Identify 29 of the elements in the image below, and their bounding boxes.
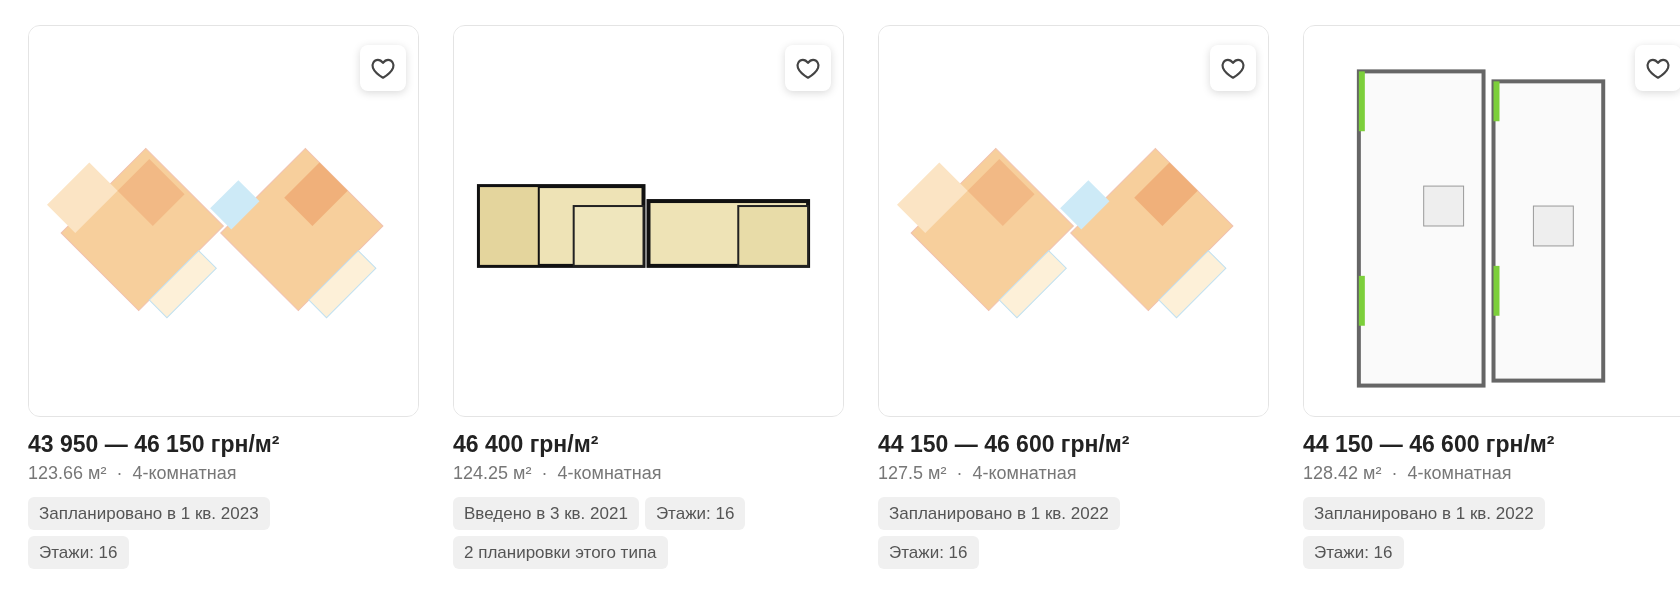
- favorite-button[interactable]: [785, 45, 831, 91]
- tag: Запланировано в 1 кв. 2022: [878, 497, 1120, 530]
- favorite-button[interactable]: [1635, 45, 1680, 91]
- tag: Этажи: 16: [878, 536, 979, 569]
- price: 44 150 — 46 600 грн/м²: [1303, 430, 1556, 459]
- favorite-button[interactable]: [1210, 45, 1256, 91]
- area: 124.25 м²: [453, 461, 532, 485]
- tag: Запланировано в 1 кв. 2022: [1303, 497, 1545, 530]
- area: 123.66 м²: [28, 461, 107, 485]
- price: 43 950 — 46 150 грн/м²: [28, 430, 281, 459]
- separator: ·: [541, 462, 548, 485]
- separator: ·: [116, 462, 123, 485]
- tag: Этажи: 16: [1303, 536, 1404, 569]
- separator: ·: [956, 462, 963, 485]
- room-count: 4-комнатная: [1407, 462, 1512, 485]
- tag: Этажи: 16: [644, 497, 746, 530]
- price: 46 400 грн/м²: [453, 430, 600, 459]
- favorite-button[interactable]: [360, 45, 406, 91]
- area: 127.5 м²: [878, 461, 947, 485]
- room-count: 4-комнатная: [972, 462, 1077, 485]
- separator: ·: [1391, 462, 1398, 485]
- price: 44 150 — 46 600 грн/м²: [878, 430, 1131, 459]
- room-count: 4-комнатная: [132, 462, 237, 485]
- tag: 2 планировки этого типа: [453, 536, 668, 569]
- tag: Введено в 3 кв. 2021: [453, 497, 639, 530]
- tag: Запланировано в 1 кв. 2023: [28, 497, 270, 530]
- tag: Этажи: 16: [28, 536, 129, 569]
- room-count: 4-комнатная: [557, 462, 662, 485]
- area: 128.42 м²: [1303, 461, 1382, 485]
